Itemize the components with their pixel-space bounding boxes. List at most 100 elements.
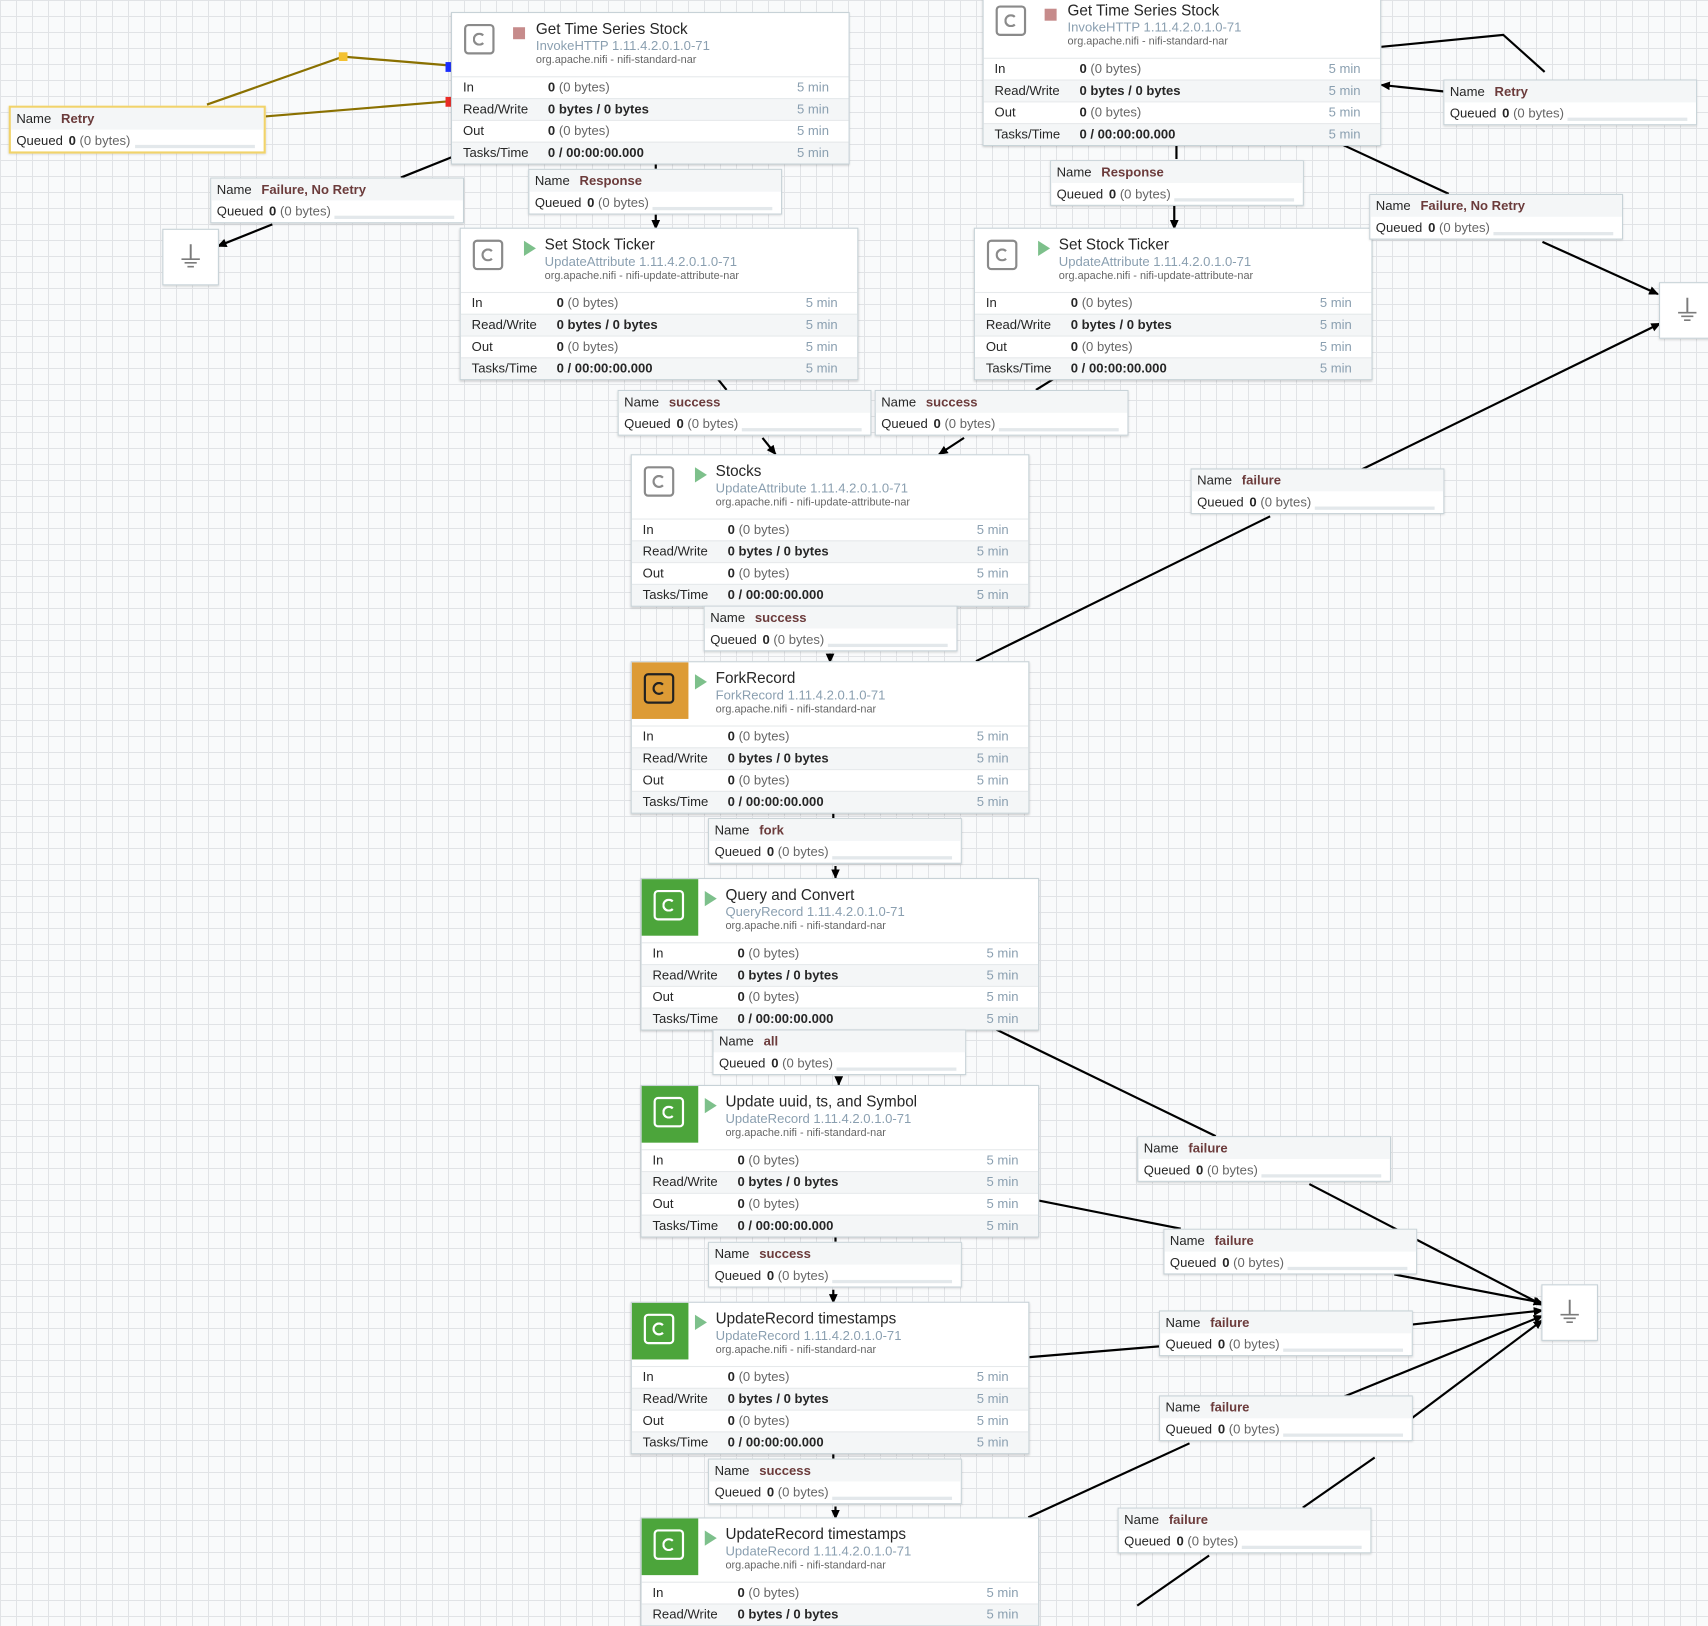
processor-updaterecord-timestamps-1[interactable]: UpdateRecord timestamps UpdateRecord 1.1…	[630, 1301, 1030, 1455]
stat-value: 0 (0 bytes)	[548, 123, 610, 138]
stat-label: Tasks/Time	[652, 1010, 719, 1027]
connection-label-failure[interactable]: Name failure Queued 0 (0 bytes)	[1163, 1228, 1418, 1275]
processor-get-time-series-stock-1[interactable]: Get Time Series Stock InvokeHTTP 1.11.4.…	[450, 11, 850, 165]
stat-row: Tasks/Time 0 / 00:00:00.000 5 min	[631, 790, 1029, 813]
queued-bytes: (0 bytes)	[1228, 1421, 1280, 1437]
stat-time: 5 min	[976, 1391, 1009, 1407]
connection-name-label: Name	[1169, 1233, 1205, 1249]
stat-label: In	[642, 728, 654, 744]
connection-queued-value: 0 (0 bytes)	[771, 1056, 833, 1071]
connection-queued-value: 0 (0 bytes)	[1196, 1162, 1258, 1177]
stat-value-extra: (0 bytes)	[748, 1584, 800, 1601]
processor-update-uuid-ts-symbol[interactable]: Update uuid, ts, and Symbol UpdateRecord…	[640, 1084, 1040, 1238]
stat-value-main: 0	[727, 565, 735, 581]
connection-queued-label: Queued	[1375, 220, 1423, 236]
connection-label-fork[interactable]: Name fork Queued 0 (0 bytes)	[708, 818, 962, 864]
stat-time: 5 min	[976, 772, 1009, 788]
stat-value: 0 (0 bytes)	[737, 946, 799, 961]
queued-count: 0	[771, 1055, 779, 1071]
connection-label-failure[interactable]: Name failure Queued 0 (0 bytes)	[1190, 468, 1445, 515]
connection-label-success[interactable]: Name success Queued 0 (0 bytes)	[708, 1241, 962, 1288]
processor-stocks[interactable]: Stocks UpdateAttribute 1.11.4.2.0.1.0-71…	[630, 454, 1030, 607]
connection-name: Failure, No Retry	[261, 181, 367, 198]
stat-value-main: 0	[556, 338, 564, 355]
stat-value-main: 0 bytes / 0 bytes	[727, 750, 829, 766]
queued-bytes: (0 bytes)	[773, 631, 825, 648]
stat-time: 5 min	[796, 101, 829, 117]
connection-name-row: Name Failure, No Retry	[1370, 194, 1622, 217]
connection-label-failure[interactable]: Name failure Queued 0 (0 bytes)	[1117, 1507, 1372, 1554]
stat-label: Tasks/Time	[642, 794, 709, 810]
connection-label-success[interactable]: Name success Queued 0 (0 bytes)	[617, 389, 872, 436]
processor-fork-record[interactable]: ForkRecord ForkRecord 1.11.4.2.0.1.0-71 …	[630, 661, 1030, 814]
connection-queued-label: Queued	[714, 1484, 762, 1500]
queued-count: 0	[1217, 1336, 1226, 1352]
funnel-icon: ⏚	[176, 240, 205, 274]
queue-progress-bar	[135, 144, 255, 149]
stat-label: Out	[642, 772, 664, 788]
connection-queued-label: Queued	[1197, 494, 1244, 510]
connection-label-success[interactable]: Name success Queued 0 (0 bytes)	[708, 1458, 962, 1505]
connection-label-response[interactable]: Name Response Queued 0 (0 bytes)	[1050, 160, 1304, 206]
connection-queued-label: Queued	[714, 844, 762, 860]
connection-label-failure[interactable]: Name failure Queued 0 (0 bytes)	[1159, 1395, 1413, 1442]
stat-label: Read/Write	[471, 316, 537, 333]
connection-queued-label: Queued	[16, 132, 63, 149]
funnel[interactable]: ⏚	[162, 228, 219, 286]
stat-value: 0 (0 bytes)	[728, 565, 790, 580]
connection-queued-label: Queued	[1449, 105, 1497, 121]
processor-updaterecord-timestamps-2[interactable]: UpdateRecord timestamps UpdateRecord 1.1…	[640, 1517, 1040, 1626]
stat-time: 5 min	[796, 144, 829, 161]
queue-progress-bar	[998, 428, 1119, 432]
connection-label-failure[interactable]: Name failure Queued 0 (0 bytes)	[1137, 1136, 1392, 1182]
stat-value-extra: (0 bytes)	[738, 565, 790, 581]
connection-label-retry[interactable]: Name Retry Queued 0 (0 bytes)	[1443, 79, 1698, 126]
stat-value-extra: (0 bytes)	[748, 1152, 800, 1168]
connection-name-label: Name	[1056, 164, 1092, 180]
stat-time: 5 min	[976, 1369, 1009, 1385]
queued-count: 0	[68, 132, 76, 149]
connection-label-success[interactable]: Name success Queued 0 (0 bytes)	[874, 389, 1129, 436]
stat-label: Out	[462, 123, 485, 139]
queue-progress-bar	[1283, 1433, 1404, 1437]
connection-label-retry[interactable]: Name Retry Queued 0 (0 bytes)	[8, 105, 266, 154]
stat-time: 5 min	[976, 543, 1009, 559]
stat-value: 0 (0 bytes)	[737, 989, 799, 1004]
processor-type: InvokeHTTP 1.11.4.2.0.1.0-71	[535, 38, 710, 54]
stat-row: Tasks/Time 0 / 00:00:00.000 5 min	[631, 583, 1029, 606]
connection-label-failure[interactable]: Name failure Queued 0 (0 bytes)	[1159, 1310, 1413, 1357]
stat-label: Out	[985, 338, 1007, 355]
funnel[interactable]: ⏚	[1541, 1284, 1599, 1341]
connection-label-success[interactable]: Name success Queued 0 (0 bytes)	[703, 605, 958, 652]
funnel-icon: ⏚	[1555, 1296, 1584, 1329]
flow-canvas[interactable]: Get Time Series Stock InvokeHTTP 1.11.4.…	[0, 0, 1708, 1626]
stat-value-main: 0 / 00:00:00.000	[1070, 360, 1167, 376]
stat-value: 0 bytes / 0 bytes	[737, 967, 838, 982]
funnel[interactable]: ⏚	[1659, 282, 1708, 339]
stat-label: In	[471, 295, 483, 311]
connection-queued-row: Queued 0 (0 bytes)	[529, 192, 781, 214]
queue-progress-bar	[741, 428, 862, 432]
connection-label-response[interactable]: Name Response Queued 0 (0 bytes)	[528, 168, 783, 215]
connection-label-failure-no-retry[interactable]: Name Failure, No Retry Queued 0 (0 bytes)	[210, 177, 465, 224]
queued-count: 0	[1176, 1533, 1184, 1549]
stat-row: Read/Write 0 bytes / 0 bytes 5 min	[452, 98, 849, 120]
processor-type: QueryRecord 1.11.4.2.0.1.0-71	[725, 904, 905, 920]
stat-time: 5 min	[976, 728, 1009, 744]
processor-get-time-series-stock-2[interactable]: Get Time Series Stock InvokeHTTP 1.11.4.…	[982, 0, 1382, 146]
processor-set-stock-ticker-1[interactable]: Set Stock Ticker UpdateAttribute 1.11.4.…	[459, 227, 859, 381]
processor-set-stock-ticker-2[interactable]: Set Stock Ticker UpdateAttribute 1.11.4.…	[973, 227, 1373, 381]
processor-query-and-convert[interactable]: Query and Convert QueryRecord 1.11.4.2.0…	[640, 877, 1040, 1031]
stat-value-main: 0 bytes / 0 bytes	[737, 967, 839, 983]
connection-name-label: Name	[1197, 472, 1233, 489]
stat-value-extra: (0 bytes)	[738, 1412, 790, 1429]
connection-queued-row: Queued 0 (0 bytes)	[709, 1265, 961, 1287]
stat-row: Out 0 (0 bytes) 5 min	[983, 101, 1381, 123]
stat-value: 0 (0 bytes)	[1071, 295, 1133, 310]
connection-label-all[interactable]: Name all Queued 0 (0 bytes)	[712, 1029, 967, 1076]
stat-label: Out	[642, 565, 664, 581]
processor-name: ForkRecord	[715, 668, 796, 687]
stat-label: Tasks/Time	[985, 360, 1052, 376]
connection-queued-label: Queued	[714, 1267, 762, 1284]
connection-label-failure-no-retry[interactable]: Name Failure, No Retry Queued 0 (0 bytes)	[1369, 193, 1624, 240]
